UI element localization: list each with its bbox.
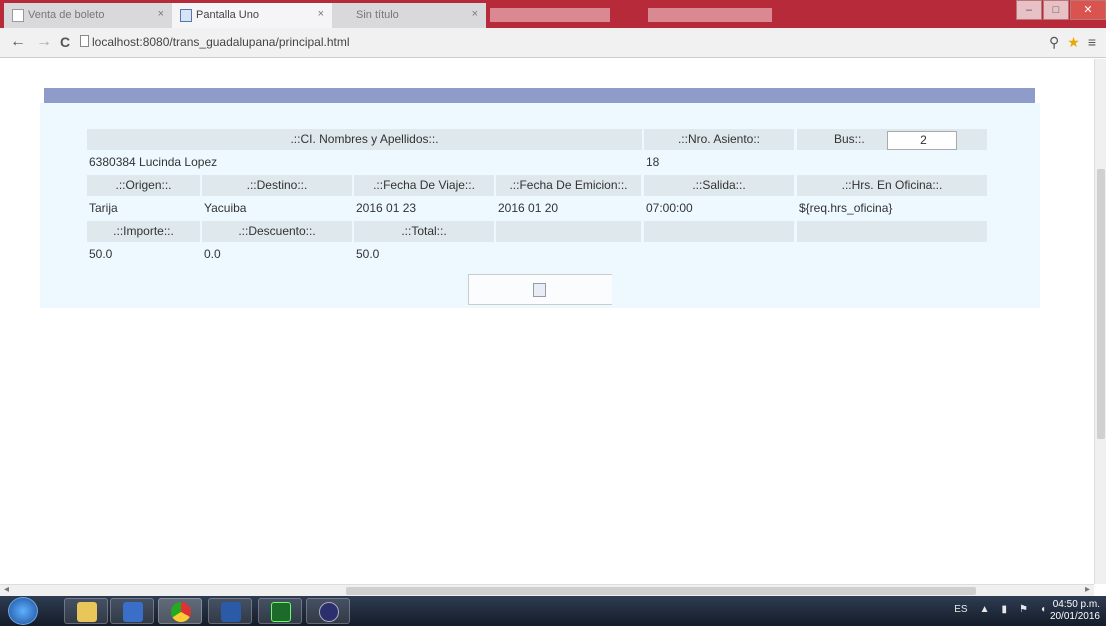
word-icon xyxy=(221,602,241,622)
blurred-tab[interactable] xyxy=(648,8,772,22)
folder-icon xyxy=(77,602,97,622)
value-seat: 18 xyxy=(646,155,660,169)
value-discount: 0.0 xyxy=(204,247,221,261)
document-icon xyxy=(180,9,192,22)
header-ci-name: .::CI. Nombres y Apellidos::. xyxy=(87,129,642,150)
taskbar-clock[interactable]: 04:50 p.m. 20/01/2016 xyxy=(1050,599,1100,623)
header-destination: .::Destino::. xyxy=(202,175,352,196)
media-player-icon xyxy=(123,602,143,622)
close-tab-icon[interactable]: × xyxy=(158,8,164,20)
taskbar-explorer[interactable] xyxy=(64,598,108,624)
tab-venta-de-boleto[interactable]: Venta de boleto × xyxy=(4,3,172,28)
horizontal-scrollbar[interactable]: ◂ ▸ xyxy=(0,584,1094,596)
value-total: 50.0 xyxy=(356,247,380,261)
header-travel-date: .::Fecha De Viaje::. xyxy=(354,175,494,196)
vertical-scrollbar[interactable] xyxy=(1094,59,1106,584)
toolbar-actions: ⚲ ★ ≡ xyxy=(1049,34,1096,51)
maximize-button[interactable]: □ xyxy=(1043,0,1069,20)
page-icon xyxy=(12,9,24,22)
clock-time: 04:50 p.m. xyxy=(1052,599,1100,610)
taskbar-word[interactable] xyxy=(208,598,252,624)
vertical-scroll-thumb[interactable] xyxy=(1097,169,1105,439)
header-discount: .::Descuento::. xyxy=(202,221,352,242)
browser-title-bar: Venta de boleto × Pantalla Uno × Sin tít… xyxy=(0,0,1106,28)
forward-button[interactable]: → xyxy=(36,34,52,50)
minimize-button[interactable]: – xyxy=(1016,0,1042,20)
zoom-icon[interactable]: ⚲ xyxy=(1049,34,1059,51)
header-issue-date: .::Fecha De Emicion::. xyxy=(496,175,641,196)
page-header-bar xyxy=(44,88,1035,103)
taskbar-eclipse[interactable] xyxy=(306,598,350,624)
taskbar-dreamweaver[interactable] xyxy=(258,598,302,624)
header-amount: .::Importe::. xyxy=(87,221,200,242)
taskbar-chrome[interactable] xyxy=(158,598,202,624)
empty-header-cell xyxy=(496,221,641,242)
tab-sin-titulo[interactable]: Sin título × xyxy=(332,3,486,28)
value-ci-name: 6380384 Lucinda Lopez xyxy=(89,155,218,169)
value-issue-date: 2016 01 20 xyxy=(498,201,559,215)
show-hidden-icons-icon[interactable]: ▲ xyxy=(980,604,990,615)
volume-icon[interactable]: ◖ xyxy=(1040,604,1046,615)
header-bus: Bus::. xyxy=(834,132,865,146)
close-window-button[interactable]: ✕ xyxy=(1070,0,1106,20)
blurred-tab[interactable] xyxy=(490,8,610,22)
close-tab-icon[interactable]: × xyxy=(472,8,478,20)
value-office-hours: ${req.hrs_oficina} xyxy=(799,201,893,215)
header-total-label: .::Total::. xyxy=(401,224,447,238)
clock-date: 20/01/2016 xyxy=(1049,611,1100,622)
back-button[interactable]: ← xyxy=(10,34,26,50)
tab-label: Pantalla Uno xyxy=(196,9,259,21)
menu-icon[interactable]: ≡ xyxy=(1088,34,1096,51)
empty-header-cell xyxy=(644,221,794,242)
taskbar: ES ▲ ▮ ⚑ ◖ 04:50 p.m. 20/01/2016 xyxy=(0,596,1106,626)
system-tray: ES ▲ ▮ ⚑ ◖ xyxy=(954,604,1046,615)
value-departure: 07:00:00 xyxy=(646,201,693,215)
broken-image-icon xyxy=(533,283,546,297)
window-controls: – □ ✕ xyxy=(1015,0,1106,22)
reload-button[interactable]: C xyxy=(60,34,70,50)
value-travel-date: 2016 01 23 xyxy=(356,201,417,215)
language-indicator[interactable]: ES xyxy=(954,604,967,615)
header-seat: .::Nro. Asiento:: xyxy=(644,129,794,150)
header-departure: .::Salida::. xyxy=(644,175,794,196)
header-office-hours: .::Hrs. En Oficina::. xyxy=(797,175,987,196)
scroll-right-arrow-icon[interactable]: ▸ xyxy=(1085,584,1090,595)
start-button[interactable] xyxy=(8,597,38,625)
taskbar-media-player[interactable] xyxy=(110,598,154,624)
flag-icon[interactable]: ⚑ xyxy=(1019,604,1028,615)
tab-label: Sin título xyxy=(356,9,399,21)
browser-toolbar: ← → C localhost:8080/trans_guadalupana/p… xyxy=(0,28,1106,58)
chrome-icon xyxy=(171,602,191,622)
eclipse-icon xyxy=(319,602,339,622)
bus-cell: Bus::. 2 xyxy=(797,129,987,150)
header-origin: .::Origen::. xyxy=(87,175,200,196)
value-destination: Yacuiba xyxy=(204,201,247,215)
value-amount: 50.0 xyxy=(89,247,113,261)
header-total: .::Total::. xyxy=(354,221,494,242)
address-bar[interactable]: localhost:8080/trans_guadalupana/princip… xyxy=(92,35,350,49)
value-origin: Tarija xyxy=(89,201,118,215)
bookmark-star-icon[interactable]: ★ xyxy=(1067,34,1080,51)
close-tab-icon[interactable]: × xyxy=(318,8,324,20)
print-image-button[interactable] xyxy=(468,274,612,305)
tab-pantalla-uno[interactable]: Pantalla Uno × xyxy=(172,3,332,28)
dreamweaver-icon xyxy=(271,602,291,622)
bus-input[interactable]: 2 xyxy=(887,131,957,150)
ticket-panel: .::CI. Nombres y Apellidos::. .::Nro. As… xyxy=(40,103,1040,308)
scroll-left-arrow-icon[interactable]: ◂ xyxy=(4,584,9,595)
page-content: .::CI. Nombres y Apellidos::. .::Nro. As… xyxy=(0,59,1106,584)
network-icon[interactable]: ▮ xyxy=(1001,604,1007,615)
empty-header-cell xyxy=(797,221,987,242)
horizontal-scroll-thumb[interactable] xyxy=(346,587,976,595)
page-icon xyxy=(80,35,89,47)
tab-label: Venta de boleto xyxy=(28,9,105,21)
